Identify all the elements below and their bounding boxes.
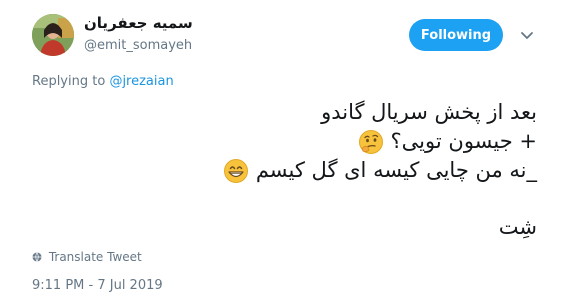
tweet-line-text: بعد از پخش سریال گاندو — [321, 100, 537, 124]
profile-photo-icon — [32, 14, 74, 56]
following-button[interactable]: Following — [409, 19, 503, 51]
globe-icon — [32, 252, 42, 262]
user-handle[interactable]: @emit_somayeh — [84, 38, 192, 53]
tweet-line: + جیسون تویی؟ — [37, 127, 537, 156]
replying-to: Replying to @jrezaian — [32, 74, 174, 89]
grinning-face-icon — [224, 159, 249, 183]
tweet-line: شِت — [37, 213, 537, 242]
tweet-line-text: شِت — [498, 215, 537, 239]
display-name[interactable]: سمیه جعفریان — [84, 14, 193, 32]
avatar[interactable] — [32, 14, 74, 56]
tweet-timestamp[interactable]: 9:11 PM - 7 Jul 2019 — [32, 278, 163, 293]
tweet-line: بعد از پخش سریال گاندو — [37, 98, 537, 127]
translate-tweet-label[interactable]: Translate Tweet — [49, 250, 142, 264]
tweet-line-text: _نه من چایی کیسه ای گل کیسم — [255, 158, 537, 182]
replying-to-label: Replying to — [32, 74, 106, 89]
tweet-text: بعد از پخش سریال گاندو + جیسون تویی؟ _نه… — [37, 98, 537, 242]
thinking-face-icon — [358, 130, 383, 154]
reply-mention-link[interactable]: @jrezaian — [109, 74, 173, 89]
tweet-line-text: + جیسون تویی؟ — [390, 129, 537, 153]
translate-tweet-link[interactable]: Translate Tweet — [32, 250, 142, 264]
chevron-down-icon[interactable] — [519, 27, 535, 43]
tweet-line: _نه من چایی کیسه ای گل کیسم — [37, 156, 537, 185]
